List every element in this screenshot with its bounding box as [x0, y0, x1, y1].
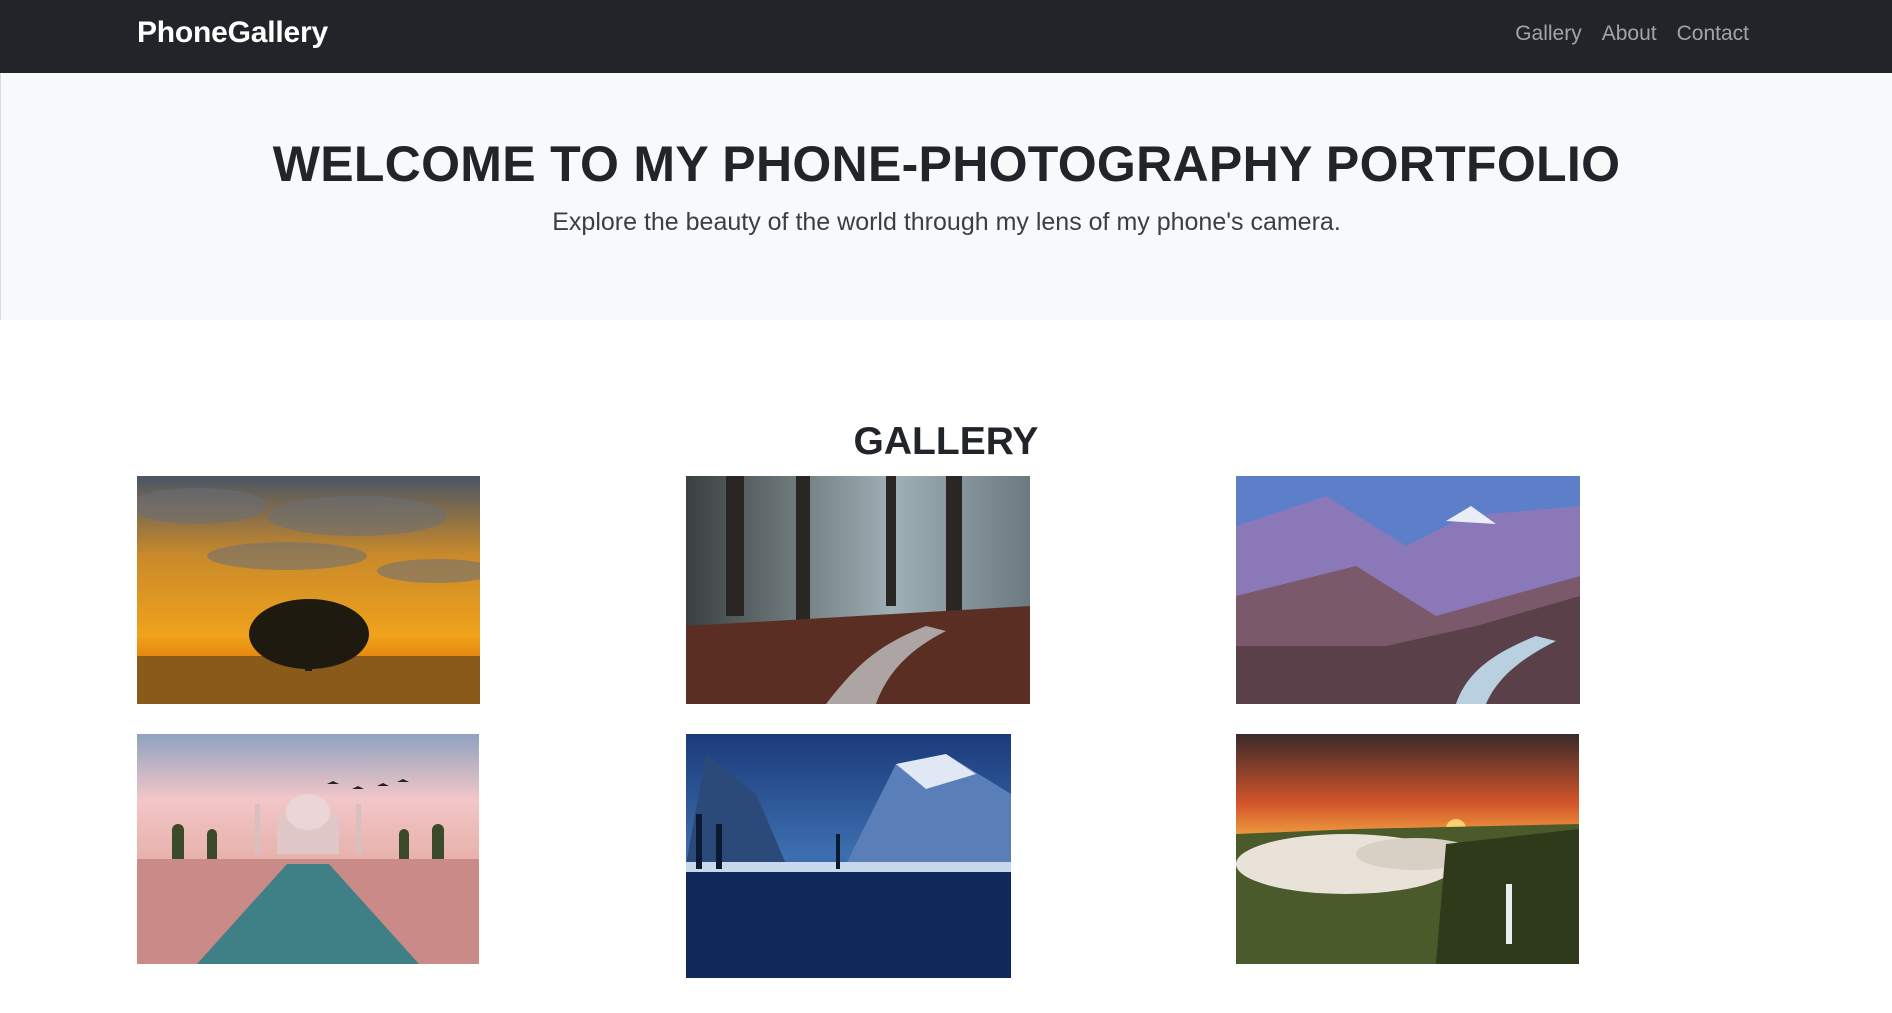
- nav-link-gallery[interactable]: Gallery: [1515, 22, 1582, 46]
- tree-sunset-image: [137, 476, 480, 704]
- hero-section: WELCOME TO MY PHONE-PHOTOGRAPHY PORTFOLI…: [0, 73, 1892, 320]
- gallery-photo-tree-sunset[interactable]: [137, 476, 480, 704]
- gallery-photo-taj-mahal[interactable]: [137, 734, 479, 964]
- snowy-mountain-lake-image: [686, 734, 1011, 978]
- gallery-photo-mountain-valley[interactable]: [1236, 476, 1580, 704]
- gallery-photo-snowy-mountain-lake[interactable]: [686, 734, 1011, 978]
- gallery-photo-waterfall-sunset[interactable]: [1236, 734, 1579, 964]
- gallery-photo-misty-forest[interactable]: [686, 476, 1030, 704]
- gallery-title: GALLERY: [853, 420, 1039, 463]
- hero-title: WELCOME TO MY PHONE-PHOTOGRAPHY PORTFOLI…: [272, 136, 1621, 192]
- nav-link-about[interactable]: About: [1602, 22, 1657, 46]
- nav-links: Gallery About Contact: [1515, 22, 1749, 46]
- nav-link-contact[interactable]: Contact: [1677, 22, 1749, 46]
- brand-logo-link[interactable]: PhoneGallery: [137, 16, 328, 50]
- misty-forest-image: [686, 476, 1030, 704]
- waterfall-sunset-image: [1236, 734, 1579, 964]
- hero-subtitle: Explore the beauty of the world through …: [552, 208, 1341, 236]
- taj-mahal-image: [137, 734, 479, 964]
- navbar: PhoneGallery Gallery About Contact: [0, 0, 1892, 73]
- mountain-valley-image: [1236, 476, 1580, 704]
